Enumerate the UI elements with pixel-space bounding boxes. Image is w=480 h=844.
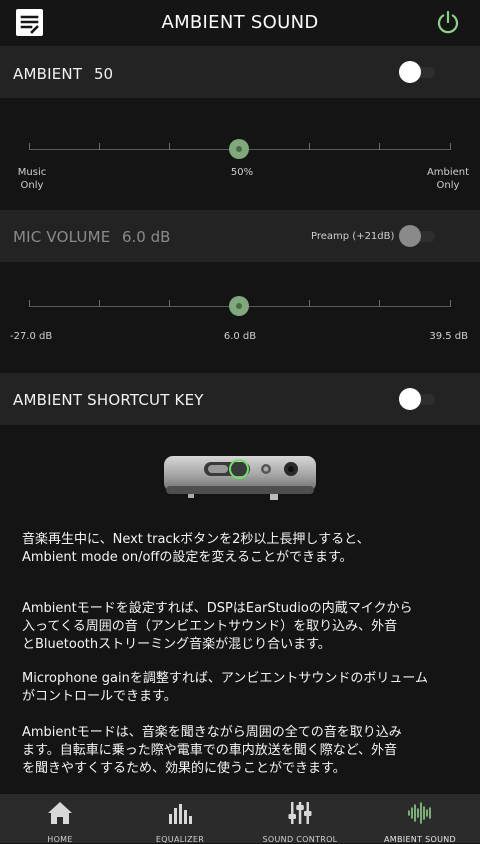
text-line: とBluetoothストリーミング音楽が混じり合います。 xyxy=(22,637,331,652)
shortcut-row: AMBIENT SHORTCUT KEY xyxy=(0,373,480,425)
ambient-label: AMBIENT xyxy=(13,65,83,83)
power-icon[interactable] xyxy=(436,10,460,34)
ambient-only-label: Ambient Only xyxy=(420,166,476,192)
mic-volume-row: MIC VOLUME 6.0 dB Preamp (+21dB) xyxy=(0,210,480,262)
equalizer-icon xyxy=(169,804,192,824)
mic-center-label: 6.0 dB xyxy=(223,331,257,342)
shortcut-label: AMBIENT SHORTCUT KEY xyxy=(13,391,204,409)
slider-tick xyxy=(450,300,451,307)
toggle-knob xyxy=(399,388,421,410)
text-line: ます。自転車に乗った際や電車での車内放送を聞く際など、外音 xyxy=(22,743,398,758)
slider-tick xyxy=(99,143,100,150)
description-paragraph-2: Ambientモードを設定すれば、DSPはEarStudioの内蔵マイクから 入… xyxy=(22,600,462,654)
earstudio-device-image xyxy=(164,456,316,500)
toggle-knob xyxy=(399,61,421,83)
shortcut-toggle[interactable] xyxy=(399,387,437,411)
mic-max-label: 39.5 dB xyxy=(429,331,468,342)
text-line: 音楽再生中に、Next trackボタンを2秒以上長押しすると、 xyxy=(22,532,370,547)
description-paragraph-4: Ambientモードは、音楽を聞きながら周囲の全ての音を取り込み ます。自転車に… xyxy=(22,724,462,778)
ambient-slider-area: Music Only 50% Ambient Only xyxy=(0,98,480,210)
text-line: 入ってくる周囲の音（アンビエントサウンド）を取り込み、外音 xyxy=(22,619,398,634)
ambient-value: 50 xyxy=(94,65,114,83)
only-label: Only xyxy=(436,180,460,191)
ambient-row: AMBIENT 50 xyxy=(0,46,480,98)
tab-sound-control[interactable]: SOUND CONTROL xyxy=(240,794,360,844)
soundwave-icon xyxy=(408,802,431,824)
slider-tick xyxy=(379,143,380,150)
slider-tick xyxy=(309,143,310,150)
description-paragraph-3: Microphone gainを調整すれば、アンビエントサウンドのボリューム が… xyxy=(22,670,462,706)
text-line: がコントロールできます。 xyxy=(22,689,177,704)
preamp-label: Preamp (+21dB) xyxy=(311,231,395,242)
only-label: Only xyxy=(20,180,44,191)
sliders-icon xyxy=(288,802,312,824)
slider-tick xyxy=(99,300,100,307)
ambient-slider-knob[interactable] xyxy=(229,139,249,159)
text-line: を聞きやすくするため、効果的に使うことができます。 xyxy=(22,761,346,776)
slider-tick xyxy=(169,143,170,150)
music-label: Music xyxy=(17,167,47,178)
mic-slider-area: -27.0 dB 6.0 dB 39.5 dB xyxy=(0,262,480,362)
ambient-toggle[interactable] xyxy=(399,60,437,84)
mic-slider-knob[interactable] xyxy=(229,296,249,316)
music-only-label: Music Only xyxy=(17,166,47,192)
slider-tick xyxy=(169,300,170,307)
tab-ambient-sound[interactable]: AMBIENT SOUND xyxy=(360,794,480,844)
text-line: Ambient mode on/offの設定を変えることができます。 xyxy=(22,550,353,565)
mic-volume-value: 6.0 dB xyxy=(122,228,171,246)
ambient-center-label: 50% xyxy=(230,167,254,178)
mic-min-label: -27.0 dB xyxy=(10,331,53,342)
slider-tick xyxy=(379,300,380,307)
ambient-word-label: Ambient xyxy=(426,167,470,178)
slider-tick xyxy=(29,143,30,150)
slider-tick xyxy=(29,300,30,307)
toggle-knob xyxy=(399,225,421,247)
slider-tick xyxy=(309,300,310,307)
text-line: Ambientモードは、音楽を聞きながら周囲の全ての音を取り込み xyxy=(22,725,402,740)
slider-tick xyxy=(450,143,451,150)
text-line: Microphone gainを調整すれば、アンビエントサウンドのボリューム xyxy=(22,671,428,686)
description-paragraph-1: 音楽再生中に、Next trackボタンを2秒以上長押しすると、 Ambient… xyxy=(22,531,462,567)
text-line: Ambientモードを設定すれば、DSPはEarStudioの内蔵マイクから xyxy=(22,601,413,616)
app-header: AMBIENT SOUND xyxy=(0,0,480,46)
bottom-tab-bar: HOME EQUALIZER SOUND CONTROL AMBIENT SOU… xyxy=(0,794,480,844)
mic-volume-label: MIC VOLUME xyxy=(13,228,111,246)
preamp-toggle[interactable] xyxy=(399,224,437,248)
home-icon xyxy=(48,802,72,824)
tab-equalizer[interactable]: EQUALIZER xyxy=(120,794,240,844)
page-title: AMBIENT SOUND xyxy=(161,12,319,33)
tab-home[interactable]: HOME xyxy=(0,794,120,844)
